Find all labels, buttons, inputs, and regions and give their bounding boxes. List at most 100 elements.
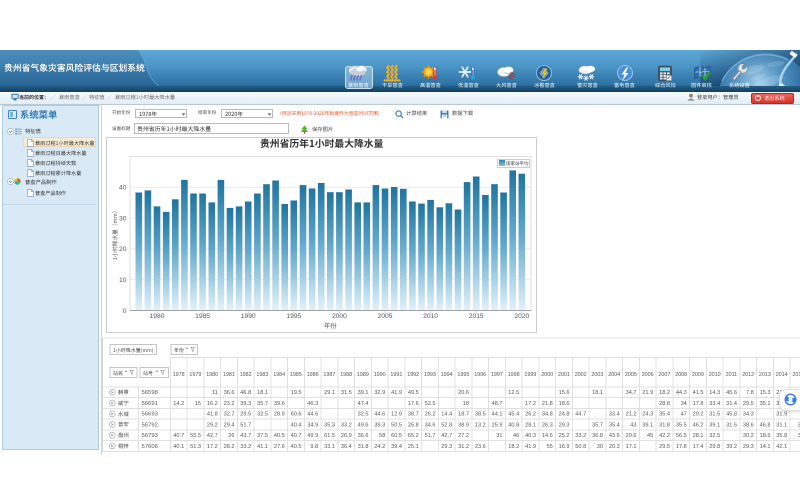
svg-text:46: 46: [513, 433, 519, 439]
svg-text:32.5: 32.5: [709, 433, 720, 439]
svg-text:30.2: 30.2: [743, 433, 754, 439]
svg-text:14.4: 14.4: [441, 412, 452, 418]
svg-text:29.3: 29.3: [743, 444, 754, 450]
svg-text:36.4: 36.4: [341, 444, 352, 450]
svg-text:40.5: 40.5: [274, 433, 285, 439]
svg-text:38.6: 38.6: [743, 422, 754, 428]
svg-text:44.3: 44.3: [676, 390, 687, 396]
svg-text:37.5: 37.5: [257, 433, 268, 439]
svg-text:29.4: 29.4: [224, 422, 235, 428]
svg-text:28.2: 28.2: [224, 444, 235, 450]
svg-text:29.1: 29.1: [324, 390, 335, 396]
svg-text:29.6: 29.6: [626, 433, 637, 439]
svg-text:14.1: 14.1: [760, 444, 771, 450]
svg-text:2006: 2006: [642, 372, 654, 378]
svg-text:29.2: 29.2: [693, 412, 704, 418]
svg-text:57606: 57606: [142, 444, 159, 450]
svg-text:41.8: 41.8: [207, 412, 218, 418]
svg-text:23.2: 23.2: [224, 401, 235, 407]
svg-text:60.6: 60.6: [291, 412, 302, 418]
svg-text:65.2: 65.2: [408, 433, 419, 439]
svg-text:31: 31: [496, 433, 502, 439]
svg-text:26: 26: [228, 433, 234, 439]
svg-text:14.6: 14.6: [542, 433, 553, 439]
svg-text:15.6: 15.6: [559, 390, 570, 396]
svg-text:31.4: 31.4: [726, 401, 737, 407]
svg-text:2007: 2007: [658, 372, 670, 378]
svg-text:40.1: 40.1: [173, 444, 184, 450]
svg-text:44.6: 44.6: [307, 412, 318, 418]
svg-text:41.1: 41.1: [257, 444, 268, 450]
svg-text:14.2: 14.2: [173, 401, 184, 407]
svg-text:49.9: 49.9: [307, 433, 318, 439]
svg-text:31.9: 31.9: [776, 412, 787, 418]
svg-text:31.5: 31.5: [726, 422, 737, 428]
svg-text:36.6: 36.6: [224, 390, 235, 396]
svg-text:1997: 1997: [491, 372, 503, 378]
svg-text:42.1: 42.1: [776, 444, 787, 450]
svg-text:20.3: 20.3: [609, 444, 620, 450]
svg-text:35.3: 35.3: [324, 422, 335, 428]
svg-text:1980: 1980: [150, 313, 165, 320]
svg-text:2001: 2001: [558, 372, 570, 378]
svg-text:21.8: 21.8: [542, 401, 553, 407]
svg-text:28.8: 28.8: [659, 401, 670, 407]
svg-text:34.3: 34.3: [743, 412, 754, 418]
svg-text:41.9: 41.9: [391, 390, 402, 396]
svg-text:52.5: 52.5: [425, 401, 436, 407]
svg-text:2000: 2000: [332, 313, 347, 320]
svg-text:2020: 2020: [514, 313, 529, 320]
svg-text:49.6: 49.6: [358, 422, 369, 428]
svg-text:61.5: 61.5: [324, 433, 335, 439]
svg-text:29.5: 29.5: [743, 401, 754, 407]
svg-text:10: 10: [119, 277, 127, 284]
svg-text:46.8: 46.8: [240, 390, 251, 396]
svg-text:42.7: 42.7: [207, 433, 218, 439]
svg-text:46.3: 46.3: [307, 401, 318, 407]
svg-text:16.2: 16.2: [207, 401, 218, 407]
svg-text:0: 0: [123, 308, 127, 315]
svg-text:29.3: 29.3: [441, 444, 452, 450]
svg-text:39.1: 39.1: [642, 422, 653, 428]
svg-text:21.9: 21.9: [642, 390, 653, 396]
svg-text:46.2: 46.2: [693, 422, 704, 428]
svg-text:52.8: 52.8: [441, 422, 452, 428]
svg-text:1981: 1981: [223, 372, 235, 378]
svg-text:1995: 1995: [457, 372, 469, 378]
svg-text:34: 34: [681, 401, 687, 407]
svg-text:2013: 2013: [759, 372, 771, 378]
svg-text:40.4: 40.4: [291, 422, 302, 428]
svg-text:12.5: 12.5: [508, 390, 519, 396]
svg-text:26.2: 26.2: [525, 412, 536, 418]
svg-text:56598: 56598: [142, 390, 159, 396]
svg-text:44.1: 44.1: [492, 412, 503, 418]
svg-text:28.1: 28.1: [693, 433, 704, 439]
svg-text:1988: 1988: [340, 372, 352, 378]
svg-text:35.4: 35.4: [609, 422, 620, 428]
svg-text:34.6: 34.6: [425, 422, 436, 428]
svg-text:24.8: 24.8: [559, 412, 570, 418]
svg-text:2004: 2004: [608, 372, 620, 378]
svg-text:56.5: 56.5: [676, 433, 687, 439]
svg-text:39.1: 39.1: [358, 390, 369, 396]
svg-text:31.8: 31.8: [358, 444, 369, 450]
svg-text:1999: 1999: [524, 372, 536, 378]
svg-text:29.8: 29.8: [709, 444, 720, 450]
svg-text:45.6: 45.6: [726, 390, 737, 396]
svg-text:41.5: 41.5: [693, 390, 704, 396]
svg-text:35.7: 35.7: [257, 401, 268, 407]
svg-text:2005: 2005: [625, 372, 637, 378]
svg-text:40.7: 40.7: [173, 433, 184, 439]
svg-text:25.8: 25.8: [408, 422, 419, 428]
svg-text:45.8: 45.8: [726, 412, 737, 418]
svg-text:31.5: 31.5: [709, 412, 720, 418]
svg-text:1994: 1994: [441, 372, 453, 378]
svg-text:39.3: 39.3: [240, 401, 251, 407]
svg-text:18.6: 18.6: [559, 401, 570, 407]
svg-text:17.6: 17.6: [408, 401, 419, 407]
svg-text:17.1: 17.1: [626, 444, 637, 450]
svg-text:40.5: 40.5: [291, 444, 302, 450]
svg-text:2009: 2009: [692, 372, 704, 378]
svg-text:18.2: 18.2: [508, 444, 519, 450]
svg-text:23.6: 23.6: [475, 444, 486, 450]
